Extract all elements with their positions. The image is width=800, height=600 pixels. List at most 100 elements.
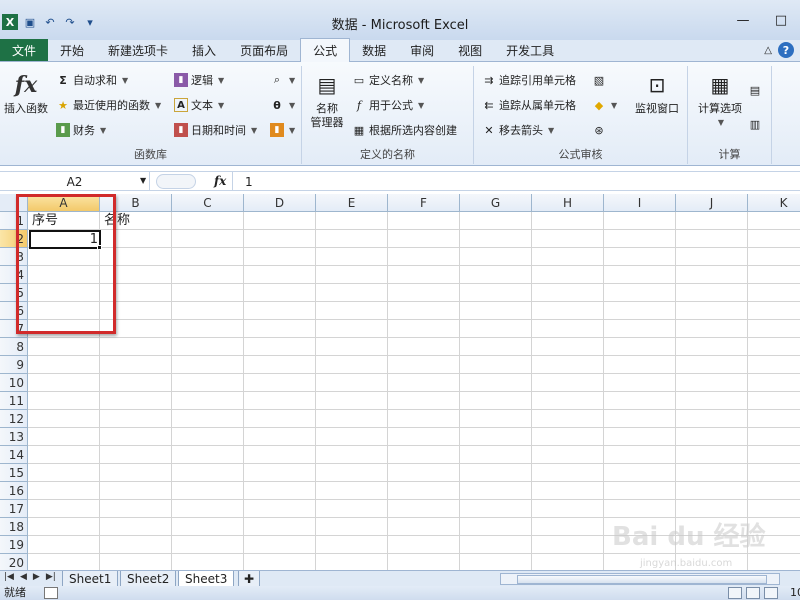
watch-window-button[interactable]: ⊡ 监视窗口	[630, 70, 684, 116]
grid-line	[28, 247, 800, 248]
row-header-15[interactable]: 15	[0, 464, 28, 482]
calculator-icon: ▤	[749, 83, 761, 97]
financial-button[interactable]: ▮ 财务 ▼	[56, 120, 106, 140]
text-button[interactable]: A 文本 ▼	[174, 95, 224, 115]
text-a-icon: A	[174, 98, 188, 112]
row-header-16[interactable]: 16	[0, 482, 28, 500]
trace-precedents-button[interactable]: ⇉ 追踪引用单元格	[482, 70, 576, 90]
recent-functions-button[interactable]: ★ 最近使用的函数 ▼	[56, 95, 161, 115]
row-header-20[interactable]: 20	[0, 554, 28, 570]
column-header-d[interactable]: D	[244, 194, 316, 212]
insert-function-button[interactable]: fx 插入函数	[2, 70, 50, 116]
logical-button[interactable]: ▮ 逻辑 ▼	[174, 70, 224, 90]
sheet-tab-2[interactable]: Sheet2	[120, 571, 177, 587]
column-header-c[interactable]: C	[172, 194, 244, 212]
error-checking-button[interactable]: ◆ ▼	[592, 95, 617, 115]
tab-page-layout[interactable]: 页面布局	[228, 39, 300, 61]
column-header-j[interactable]: J	[676, 194, 748, 212]
tab-home[interactable]: 开始	[48, 39, 96, 61]
first-sheet-icon[interactable]: |◀	[4, 572, 14, 582]
tab-review[interactable]: 审阅	[398, 39, 446, 61]
page-layout-view-icon[interactable]	[746, 587, 760, 599]
row-header-18[interactable]: 18	[0, 518, 28, 536]
remove-arrows-button[interactable]: ✕ 移去箭头 ▼	[482, 120, 554, 140]
tab-formulas[interactable]: 公式	[300, 38, 351, 62]
normal-view-icon[interactable]	[728, 587, 742, 599]
tab-developer[interactable]: 开发工具	[494, 39, 566, 61]
formula-input[interactable]: 1	[232, 172, 800, 191]
ribbon-minimize-icon[interactable]: △	[764, 45, 772, 56]
name-manager-button[interactable]: ▤ 名称 管理器	[306, 70, 348, 130]
tab-view[interactable]: 视图	[446, 39, 494, 61]
grid-line	[28, 301, 800, 302]
name-manager-icon: ▤	[317, 73, 337, 97]
minimize-button[interactable]: —	[724, 10, 762, 30]
help-icon[interactable]: ?	[778, 42, 794, 58]
spreadsheet-grid[interactable]: ABCDEFGHIJK 1 2 3 4 5 6 7 8 9 10 11 12 13 14 15 16 17 18 1…	[0, 194, 800, 570]
create-from-selection-button[interactable]: ▦ 根据所选内容创建	[352, 120, 457, 140]
tab-file[interactable]: 文件	[0, 39, 49, 61]
grid-line	[28, 427, 800, 428]
calculate-sheet-button[interactable]: ▥	[748, 114, 762, 134]
chevron-down-icon[interactable]: ▼	[140, 176, 146, 185]
tab-data[interactable]: 数据	[350, 39, 398, 61]
formula-bar: A2 ▼ fx 1	[0, 171, 800, 191]
tag-icon: ▭	[353, 73, 365, 87]
datetime-button[interactable]: ▮ 日期和时间 ▼	[174, 120, 257, 140]
autosum-button[interactable]: Σ 自动求和 ▼	[56, 70, 128, 90]
more-functions-button[interactable]: ▮ ▼	[270, 120, 295, 140]
trace-dependents-button[interactable]: ⇇ 追踪从属单元格	[482, 95, 576, 115]
grid-line	[28, 337, 800, 338]
next-sheet-icon[interactable]: ▶	[33, 572, 40, 582]
evaluate-formula-button[interactable]: ⊛	[592, 120, 606, 140]
use-in-formula-button[interactable]: f 用于公式 ▼	[352, 95, 424, 115]
row-header-17[interactable]: 17	[0, 500, 28, 518]
tab-insert[interactable]: 插入	[180, 39, 228, 61]
column-header-g[interactable]: G	[460, 194, 532, 212]
sheet-tab-3[interactable]: Sheet3	[178, 571, 235, 587]
define-name-button[interactable]: ▭ 定义名称 ▼	[352, 70, 424, 90]
calculate-now-button[interactable]: ▤	[748, 80, 762, 100]
row-header-10[interactable]: 10	[0, 374, 28, 392]
column-header-i[interactable]: I	[604, 194, 676, 212]
row-header-8[interactable]: 8	[0, 338, 28, 356]
last-sheet-icon[interactable]: ▶|	[46, 572, 56, 582]
row-header-13[interactable]: 13	[0, 428, 28, 446]
scrollbar-thumb[interactable]	[517, 575, 767, 584]
red-highlight-box	[16, 194, 116, 334]
window-controls: — □	[724, 10, 800, 30]
row-header-9[interactable]: 9	[0, 356, 28, 374]
insert-sheet-icon[interactable]: ✚	[238, 571, 260, 587]
group-defined-names: ▤ 名称 管理器 ▭ 定义名称 ▼ f 用于公式 ▼ ▦ 根据所选内容创建 定义的名…	[302, 66, 474, 164]
row-header-19[interactable]: 19	[0, 536, 28, 554]
page-break-view-icon[interactable]	[764, 587, 778, 599]
column-header-k[interactable]: K	[748, 194, 800, 212]
column-header-h[interactable]: H	[532, 194, 604, 212]
grid-line	[28, 481, 800, 482]
show-formulas-button[interactable]: ▧	[592, 70, 606, 90]
row-header-11[interactable]: 11	[0, 392, 28, 410]
name-box[interactable]: A2	[0, 172, 150, 191]
lookup-button[interactable]: ⌕ ▼	[270, 70, 295, 90]
macro-record-icon[interactable]	[44, 587, 58, 599]
calculation-options-button[interactable]: ▦ 计算选项 ▼	[692, 70, 748, 130]
column-header-f[interactable]: F	[388, 194, 460, 212]
grid-line	[28, 319, 800, 320]
grid-line	[28, 391, 800, 392]
row-header-14[interactable]: 14	[0, 446, 28, 464]
horizontal-scrollbar[interactable]	[500, 573, 780, 585]
theta-icon: θ	[273, 98, 281, 112]
zoom-level[interactable]: 10	[790, 586, 800, 600]
column-header-e[interactable]: E	[316, 194, 388, 212]
sheet-tab-1[interactable]: Sheet1	[62, 571, 119, 587]
math-button[interactable]: θ ▼	[270, 95, 295, 115]
insert-function-icon[interactable]: fx	[214, 174, 226, 188]
prev-sheet-icon[interactable]: ◀	[20, 572, 27, 582]
formula-bar-splitter[interactable]	[156, 174, 196, 189]
maximize-button[interactable]: □	[762, 10, 800, 30]
row-header-12[interactable]: 12	[0, 410, 28, 428]
tab-new[interactable]: 新建选项卡	[96, 39, 180, 61]
sigma-icon: Σ	[59, 73, 67, 87]
star-icon: ★	[58, 98, 68, 112]
view-buttons	[728, 587, 778, 599]
